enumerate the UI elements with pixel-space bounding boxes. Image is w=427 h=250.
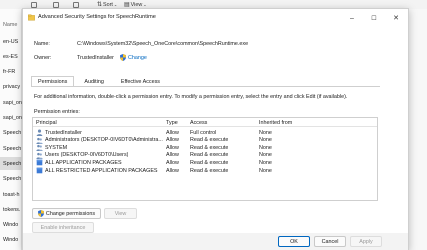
owner-label: Owner: — [34, 55, 52, 61]
type-cell: Allow — [166, 152, 179, 159]
sort-button[interactable]: ⇅ Sort ⌄ — [97, 1, 118, 9]
column-type[interactable]: Type — [166, 120, 178, 126]
access-cell: Read & execute — [190, 159, 229, 166]
inherited-cell: None — [259, 152, 272, 159]
principal-cell: Administrators (DESKTOP-0IV6DT0\Administ… — [45, 137, 163, 144]
access-cell: Read & execute — [190, 167, 229, 174]
explorer-list-item[interactable]: privacy — [0, 81, 22, 94]
info-text: For additional information, double-click… — [34, 94, 348, 100]
column-access[interactable]: Access — [190, 120, 207, 126]
change-permissions-label: Change permissions — [45, 210, 96, 217]
explorer-list-item[interactable]: en-US — [0, 35, 22, 48]
minimize-button[interactable]: – — [341, 9, 363, 27]
principal-cell: SYSTEM — [45, 144, 68, 151]
cancel-button[interactable]: Cancel — [314, 236, 346, 247]
toolbar-copy-icon[interactable] — [31, 1, 37, 8]
inherited-cell: None — [259, 144, 272, 151]
explorer-file-list: Name en-US es-ES fr-FR privacy sapi_on sapi_o… — [0, 9, 22, 250]
permission-entries-label: Permission entries: — [34, 109, 80, 115]
toolbar-share-icon[interactable] — [53, 1, 59, 8]
principal-cell: ALL RESTRICTED APPLICATION PACKAGES — [45, 167, 158, 174]
chevron-down-icon: ⌄ — [143, 2, 147, 7]
package-icon — [36, 167, 43, 174]
enable-inheritance-button[interactable]: Enable inheritance — [32, 222, 94, 233]
change-owner-link[interactable]: Change — [120, 54, 147, 61]
view-label: View — [130, 1, 143, 8]
explorer-list-item[interactable]: Speech — [0, 142, 22, 155]
table-header: Principal Type Access Inherited from — [33, 118, 377, 127]
column-principal[interactable]: Principal — [36, 120, 57, 126]
explorer-list-item[interactable]: Windo — [0, 219, 22, 232]
name-value: C:\Windows\System32\Speech_OneCore\commo… — [77, 41, 249, 47]
explorer-list-item[interactable]: tokens. — [0, 203, 22, 216]
dialog-titlebar[interactable]: Advanced Security Settings for SpeechRun… — [23, 9, 408, 27]
type-cell: Allow — [166, 137, 179, 144]
inherited-cell: None — [259, 129, 272, 136]
view-entry-button[interactable]: View — [104, 208, 137, 219]
inherited-cell: None — [259, 167, 272, 174]
maximize-button[interactable]: ☐ — [363, 9, 385, 27]
explorer-list-item[interactable]: Speech — [0, 157, 22, 171]
view-button[interactable]: ▤ View ⌄ — [124, 1, 147, 9]
ok-button[interactable]: OK — [278, 236, 310, 247]
sort-label: Sort — [103, 1, 113, 8]
principal-cell: TrustedInstaller — [45, 129, 82, 136]
table-row[interactable]: ALL RESTRICTED APPLICATION PACKAGES Allow… — [33, 166, 377, 175]
type-cell: Allow — [166, 144, 179, 151]
apply-button[interactable]: Apply — [350, 236, 382, 247]
view-icon: ▤ — [124, 2, 130, 8]
access-cell: Read & execute — [190, 137, 229, 144]
access-cell: Full control — [190, 129, 217, 136]
dialog-title: Advanced Security Settings for SpeechRun… — [38, 14, 156, 20]
close-icon: ✕ — [393, 15, 399, 22]
principal-cell: Users (DESKTOP-0IV6DT0\Users) — [45, 152, 129, 159]
advanced-security-dialog: Advanced Security Settings for SpeechRun… — [22, 8, 409, 250]
name-label: Name: — [34, 41, 50, 47]
change-permissions-button[interactable]: Change permissions — [32, 208, 101, 219]
column-inherited-from[interactable]: Inherited from — [259, 120, 292, 126]
access-cell: Read & execute — [190, 144, 229, 151]
explorer-list-item[interactable]: fr-FR — [0, 66, 22, 79]
permission-entries-table: Principal Type Access Inherited from Tru… — [32, 117, 378, 201]
explorer-list-item[interactable]: sapi_on — [0, 96, 22, 109]
minimize-icon: – — [350, 14, 354, 22]
toolbar-delete-icon[interactable] — [73, 1, 79, 8]
maximize-icon: ☐ — [371, 15, 377, 22]
type-cell: Allow — [166, 159, 179, 166]
sort-icon: ⇅ — [97, 2, 103, 8]
close-button[interactable]: ✕ — [385, 9, 407, 27]
folder-shield-icon — [28, 14, 35, 21]
shield-icon — [120, 54, 126, 61]
inherited-cell: None — [259, 159, 272, 166]
principal-cell: ALL APPLICATION PACKAGES — [45, 159, 122, 166]
access-cell: Read & execute — [190, 152, 229, 159]
inherited-cell: None — [259, 137, 272, 144]
explorer-list-item[interactable]: toast-h — [0, 188, 22, 201]
dialog-footer: OK Cancel Apply — [23, 233, 408, 250]
explorer-list-item[interactable]: sapi_on — [0, 112, 22, 125]
shield-icon — [38, 210, 44, 217]
type-cell: Allow — [166, 129, 179, 136]
chevron-down-icon: ⌄ — [113, 2, 118, 7]
owner-value: TrustedInstaller — [77, 55, 114, 61]
explorer-background — [409, 9, 427, 250]
type-cell: Allow — [166, 167, 179, 174]
change-label: Change — [128, 54, 147, 61]
explorer-list-item[interactable]: Windo — [0, 234, 22, 247]
explorer-list-item[interactable]: es-ES — [0, 50, 22, 63]
name-column-header[interactable]: Name — [0, 20, 22, 29]
explorer-list-item[interactable]: Speech — [0, 173, 22, 186]
explorer-list-item[interactable]: Speech — [0, 127, 22, 140]
